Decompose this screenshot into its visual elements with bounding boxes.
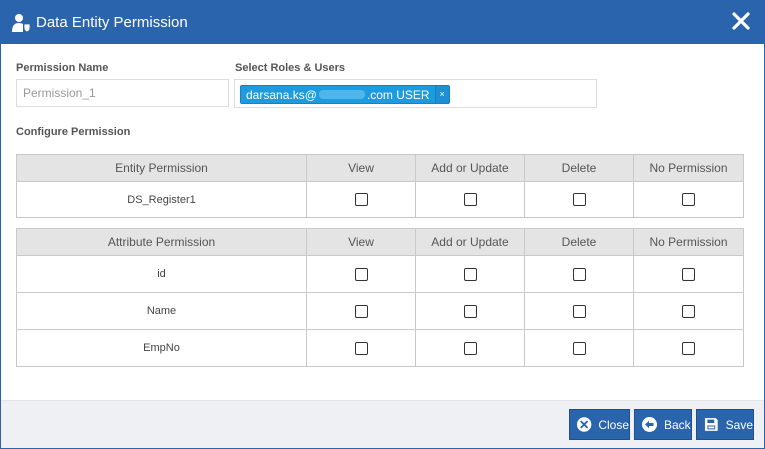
role-chip-remove-button[interactable]: × <box>434 86 449 103</box>
role-chip-suffix: .com USER <box>366 87 430 102</box>
permission-name-input[interactable] <box>16 79 229 107</box>
entity-name-cell: DS_Register1 <box>16 181 307 218</box>
entity-permission-table: Entity Permission View Add or Update Del… <box>16 154 744 218</box>
floppy-disk-icon <box>704 418 718 431</box>
table-header-row: Attribute Permission View Add or Update … <box>16 228 744 256</box>
save-button-label: Save <box>725 417 753 432</box>
close-icon[interactable] <box>730 10 752 32</box>
attribute-name-cell: Name <box>16 292 307 330</box>
table-row: Name <box>16 292 744 330</box>
no-permission-checkbox[interactable] <box>682 304 695 318</box>
column-header: Add or Update <box>415 228 525 256</box>
view-checkbox[interactable] <box>354 267 368 281</box>
add-update-checkbox[interactable] <box>463 341 477 355</box>
attribute-permission-table: Attribute Permission View Add or Update … <box>16 228 744 367</box>
save-button[interactable]: Save <box>696 409 754 440</box>
column-header: No Permission <box>633 228 744 256</box>
roles-users-select[interactable]: darsana.ks@ .com USER × <box>234 79 597 108</box>
table-row: DS_Register1 <box>16 181 744 218</box>
table-header-row: Entity Permission View Add or Update Del… <box>16 154 744 182</box>
times-circle-icon <box>576 417 592 432</box>
permission-name-label: Permission Name <box>16 62 109 74</box>
role-chip-prefix: darsana.ks@ <box>246 87 317 102</box>
view-checkbox[interactable] <box>354 304 368 318</box>
view-checkbox[interactable] <box>354 341 368 355</box>
add-update-checkbox[interactable] <box>463 193 477 206</box>
no-permission-checkbox[interactable] <box>682 193 695 206</box>
column-header: Delete <box>524 154 634 182</box>
arrow-left-circle-icon <box>642 417 657 432</box>
column-header: Delete <box>524 228 634 256</box>
close-button[interactable]: Close <box>569 409 630 440</box>
table-row: EmpNo <box>16 329 744 367</box>
dialog-footer: Close Back Save <box>1 400 764 448</box>
user-shield-icon <box>12 14 31 33</box>
view-checkbox[interactable] <box>354 193 368 206</box>
delete-checkbox[interactable] <box>572 193 586 206</box>
no-permission-checkbox[interactable] <box>682 267 695 281</box>
add-update-checkbox[interactable] <box>463 304 477 318</box>
column-header: Add or Update <box>415 154 525 182</box>
add-update-checkbox[interactable] <box>463 267 477 281</box>
back-button[interactable]: Back <box>634 409 692 440</box>
data-entity-permission-dialog: Data Entity Permission Permission Name S… <box>0 0 765 449</box>
delete-checkbox[interactable] <box>572 341 586 355</box>
delete-checkbox[interactable] <box>572 304 586 318</box>
dialog-title: Data Entity Permission <box>36 14 188 31</box>
configure-permission-label: Configure Permission <box>16 126 131 138</box>
column-header: View <box>306 228 416 256</box>
role-chip: darsana.ks@ .com USER × <box>240 85 450 104</box>
redacted-text <box>318 90 365 99</box>
close-button-label: Close <box>598 417 629 432</box>
column-header: Entity Permission <box>16 154 307 182</box>
table-row: id <box>16 255 744 293</box>
dialog-header: Data Entity Permission <box>1 1 764 44</box>
column-header: Attribute Permission <box>16 228 307 256</box>
roles-label: Select Roles & Users <box>235 62 346 74</box>
column-header: View <box>306 154 416 182</box>
attribute-name-cell: id <box>16 255 307 293</box>
attribute-name-cell: EmpNo <box>16 329 307 367</box>
no-permission-checkbox[interactable] <box>682 341 695 355</box>
back-button-label: Back <box>664 417 691 432</box>
delete-checkbox[interactable] <box>572 267 586 281</box>
column-header: No Permission <box>633 154 744 182</box>
